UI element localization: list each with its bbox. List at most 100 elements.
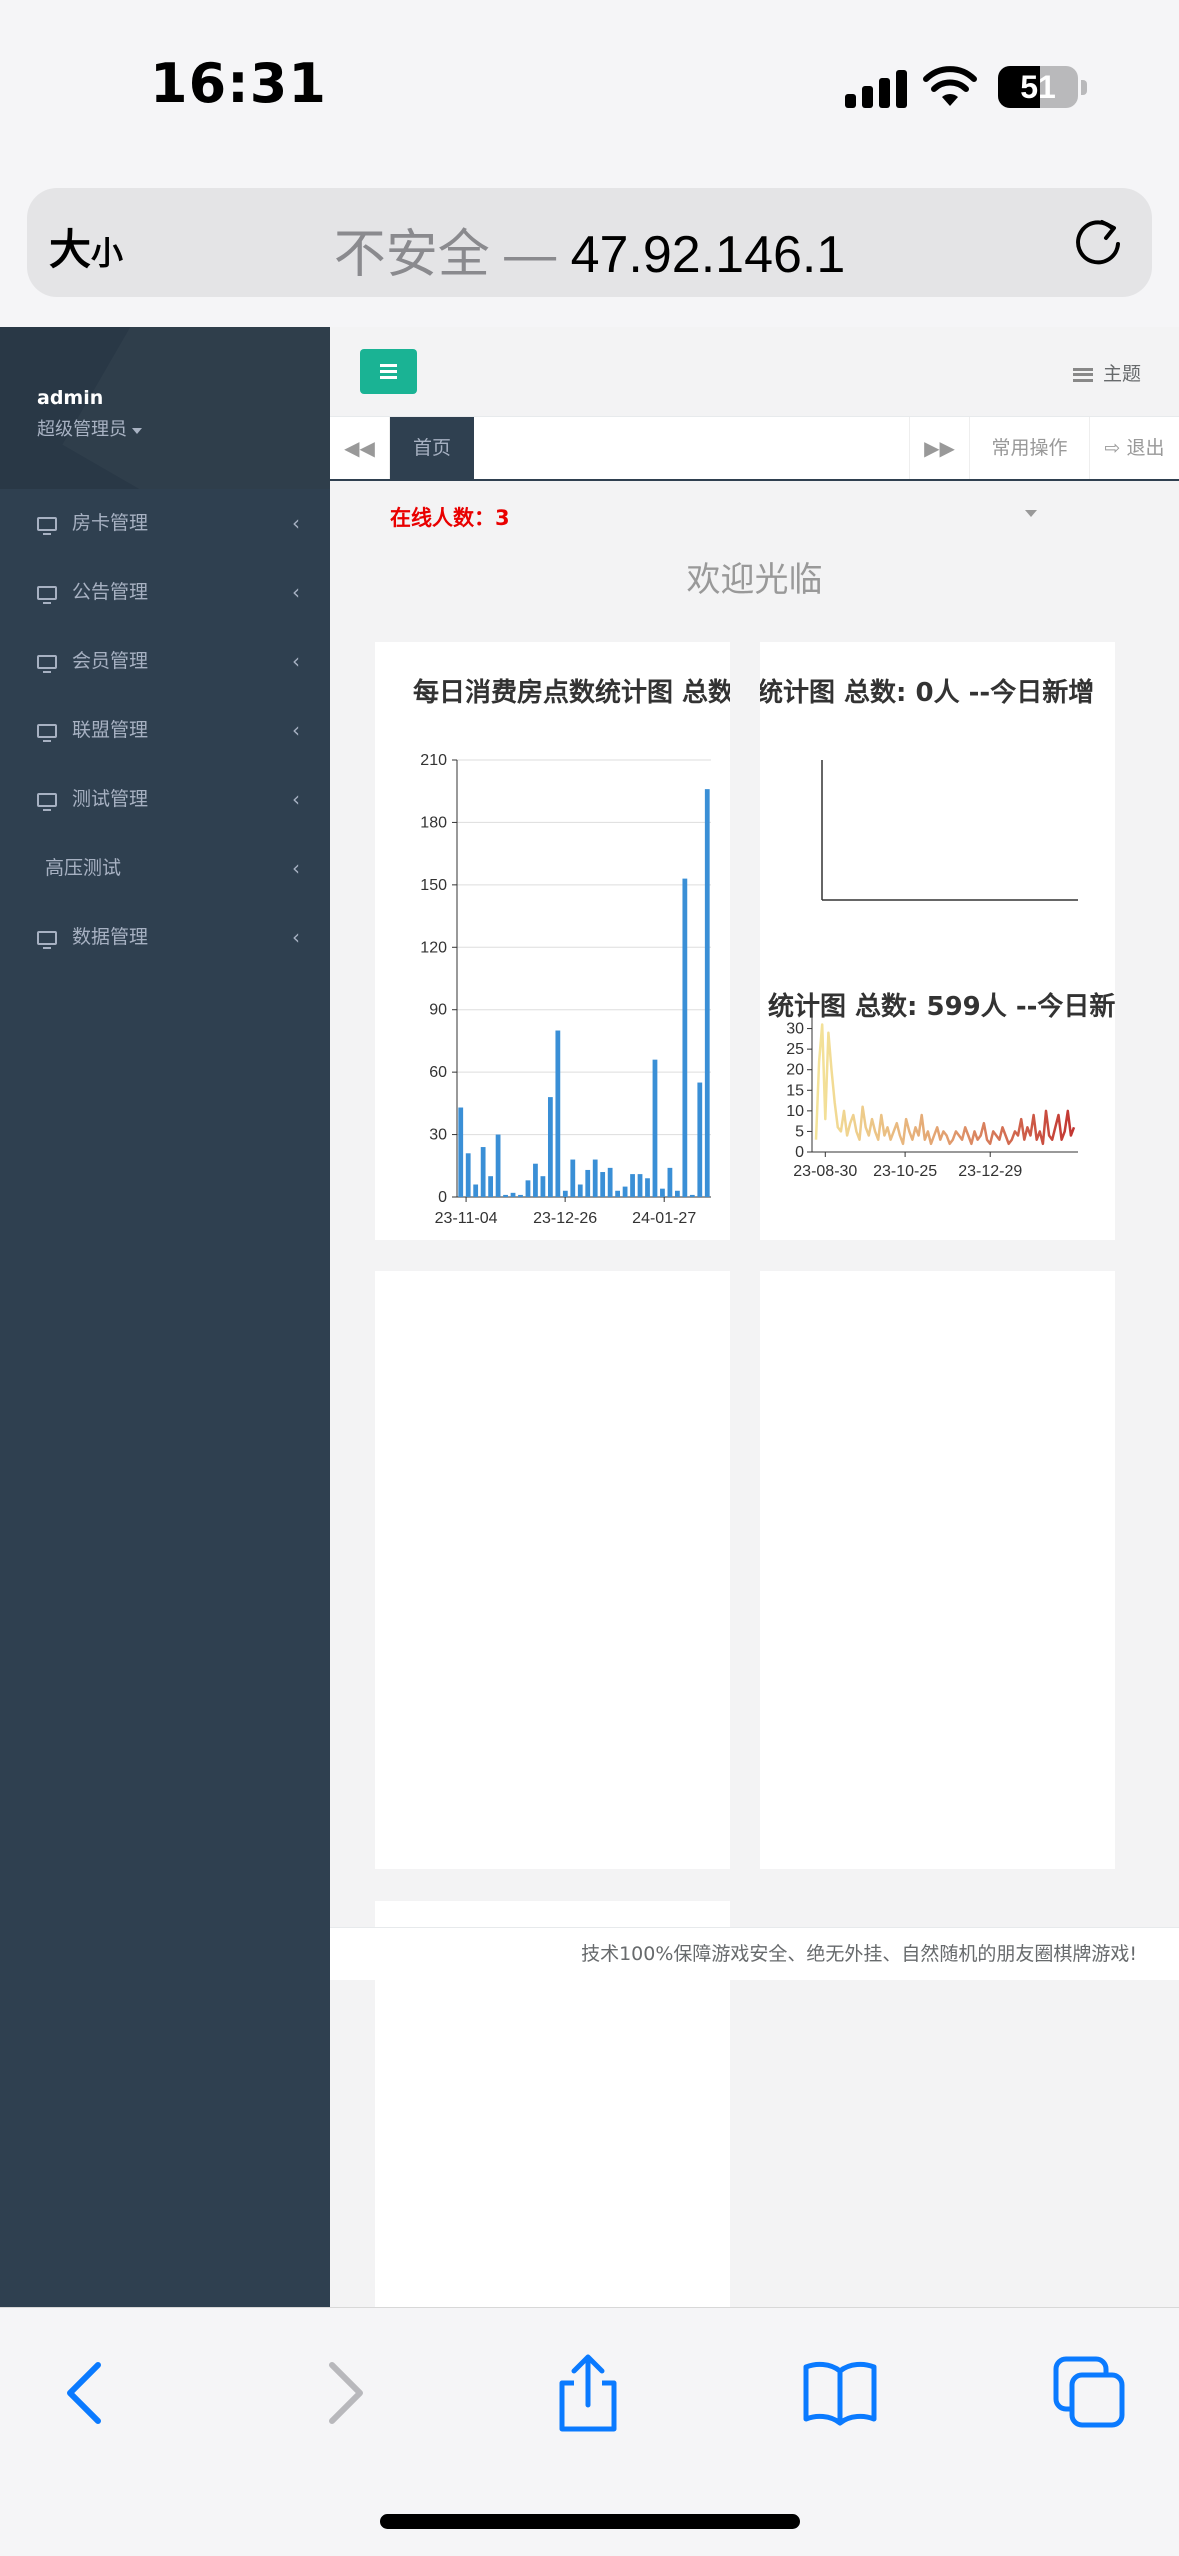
bar: [473, 1184, 479, 1197]
tab-scroll-right-button[interactable]: ▶▶: [909, 417, 969, 479]
tab-bar: ◀◀ 首页 ▶▶ 常用操作 ⇨ 退出: [330, 417, 1179, 481]
x-tick-label: 23-11-04: [435, 1210, 498, 1227]
bar: [518, 1194, 523, 1197]
chevron-left-icon: ‹: [292, 580, 300, 604]
theme-button[interactable]: 主题: [1072, 359, 1141, 386]
sidebar-item-testing[interactable]: 测试管理 ‹: [0, 765, 330, 834]
y-tick-label: 210: [420, 752, 447, 769]
sidebar-item-room-cards[interactable]: 房卡管理 ‹: [0, 489, 330, 558]
share-icon[interactable]: [548, 2353, 628, 2433]
insecure-label: 不安全 —: [333, 226, 557, 284]
bar: [540, 1176, 546, 1197]
forward-icon[interactable]: [302, 2353, 382, 2433]
y-tick-label: 30: [429, 1127, 447, 1144]
x-tick-label: 23-10-25: [873, 1163, 937, 1180]
y-tick-label: 150: [420, 877, 447, 894]
chevron-left-icon: ‹: [292, 649, 300, 673]
bar: [689, 1194, 695, 1197]
bar: [704, 789, 710, 1197]
caret-down-icon[interactable]: [132, 427, 142, 434]
y-tick-label: 15: [786, 1082, 804, 1099]
sidebar-item-announcements[interactable]: 公告管理 ‹: [0, 558, 330, 627]
bookmarks-icon[interactable]: [800, 2353, 880, 2433]
monitor-icon: [37, 586, 57, 604]
bar: [562, 1190, 568, 1197]
line-chart: 0 5 10 15 20 25 30 23-08-30 23-10-25 23-12-29: [786, 994, 1078, 1180]
bar: [465, 1153, 471, 1197]
tab-home[interactable]: 首页: [390, 417, 474, 479]
bar: [570, 1159, 576, 1197]
bar: [637, 1174, 643, 1197]
bar: [697, 1082, 703, 1197]
bar: [503, 1194, 508, 1197]
x-tick-label: 23-12-26: [533, 1210, 597, 1227]
monitor-icon: [37, 724, 57, 742]
top-bar: 主题: [330, 327, 1179, 417]
bar: [682, 878, 688, 1197]
welcome-heading: 欢迎光临: [686, 560, 823, 600]
user-name: admin: [37, 387, 104, 409]
menu-toggle-button[interactable]: [360, 349, 417, 394]
logout-button[interactable]: ⇨ 退出: [1089, 417, 1179, 479]
bar: [660, 1188, 665, 1197]
url-display[interactable]: 不安全 — 47.92.146.1: [27, 212, 1152, 287]
x-tick-label: 24-01-27: [632, 1210, 696, 1227]
bar: [630, 1174, 635, 1197]
tab-scroll-left-button[interactable]: ◀◀: [330, 417, 390, 479]
bar: [525, 1180, 531, 1197]
address-bar[interactable]: 大小 不安全 — 47.92.146.1: [27, 188, 1152, 297]
common-ops-button[interactable]: 常用操作: [969, 417, 1089, 479]
y-tick-label: 0: [795, 1144, 804, 1161]
user-role[interactable]: 超级管理员: [37, 415, 127, 441]
x-tick-label: 23-08-30: [793, 1163, 857, 1180]
home-indicator: [380, 2514, 800, 2529]
x-tick-label: 23-12-29: [958, 1163, 1022, 1180]
y-tick-label: 90: [429, 1002, 447, 1019]
user-profile[interactable]: admin 超级管理员: [0, 327, 330, 489]
bar: [607, 1167, 613, 1197]
y-tick-label: 25: [786, 1041, 804, 1058]
tabs-icon[interactable]: [1050, 2353, 1130, 2433]
y-tick-label: 0: [438, 1189, 447, 1206]
sidebar-nav: 房卡管理 ‹ 公告管理 ‹ 会员管理 ‹ 联盟管理 ‹ 测试管理 ‹ 高压测试 ‹ 数据管理…: [0, 489, 330, 972]
y-tick-label: 10: [786, 1103, 804, 1120]
wifi-icon: [923, 66, 977, 106]
sidebar-item-stress-test[interactable]: 高压测试 ‹: [0, 834, 330, 903]
bar: [510, 1192, 516, 1197]
reload-icon[interactable]: [1070, 214, 1126, 270]
status-time: 16:31: [150, 52, 327, 115]
sidebar-item-members[interactable]: 会员管理 ‹: [0, 627, 330, 696]
empty-panel: [375, 1271, 730, 1869]
bar: [458, 1107, 464, 1197]
battery-icon: 51: [998, 66, 1078, 108]
chevron-left-icon: ‹: [292, 856, 300, 880]
status-bar: 16:31 51: [0, 0, 1179, 170]
chart-panel-members: 统计图 总数: 0人 --今日新增 统计图 总数: 599人 --今日新增 05…: [760, 642, 1115, 1240]
bar: [622, 1186, 628, 1197]
back-icon[interactable]: [48, 2353, 128, 2433]
cellular-signal-icon: [845, 70, 907, 108]
bar: [585, 1169, 591, 1197]
dropdown-caret-icon[interactable]: [1025, 510, 1037, 517]
battery-level: 51: [1020, 69, 1056, 105]
bar: [533, 1163, 538, 1197]
bar: [674, 1190, 680, 1197]
sidebar-item-alliance[interactable]: 联盟管理 ‹: [0, 696, 330, 765]
main-content: 主题 ◀◀ 首页 ▶▶ 常用操作 ⇨ 退出 在线人数：3 欢迎光临 每日消费房点…: [330, 327, 1179, 2307]
y-tick-label: 120: [420, 939, 447, 956]
bar: [592, 1159, 598, 1197]
chevron-left-icon: ‹: [292, 787, 300, 811]
monitor-icon: [37, 517, 57, 535]
sidebar: admin 超级管理员 房卡管理 ‹ 公告管理 ‹ 会员管理 ‹ 联盟管理 ‹ 测试管理…: [0, 327, 330, 2307]
bar: [600, 1172, 606, 1197]
sidebar-item-data[interactable]: 数据管理 ‹: [0, 903, 330, 972]
monitor-icon: [37, 793, 57, 811]
admin-app: admin 超级管理员 房卡管理 ‹ 公告管理 ‹ 会员管理 ‹ 联盟管理 ‹ 测试管理…: [0, 327, 1179, 2307]
bar: [615, 1190, 621, 1197]
chevron-left-icon: ‹: [292, 718, 300, 742]
y-tick-label: 5: [795, 1123, 804, 1140]
monitor-icon: [37, 931, 57, 949]
bar-chart: 0 30 60 90 120 150 180 210 23-11-04 23-12-26 24-01…: [420, 752, 711, 1227]
empty-panel: [760, 1271, 1115, 1869]
online-users-count: 在线人数：3: [390, 506, 510, 530]
